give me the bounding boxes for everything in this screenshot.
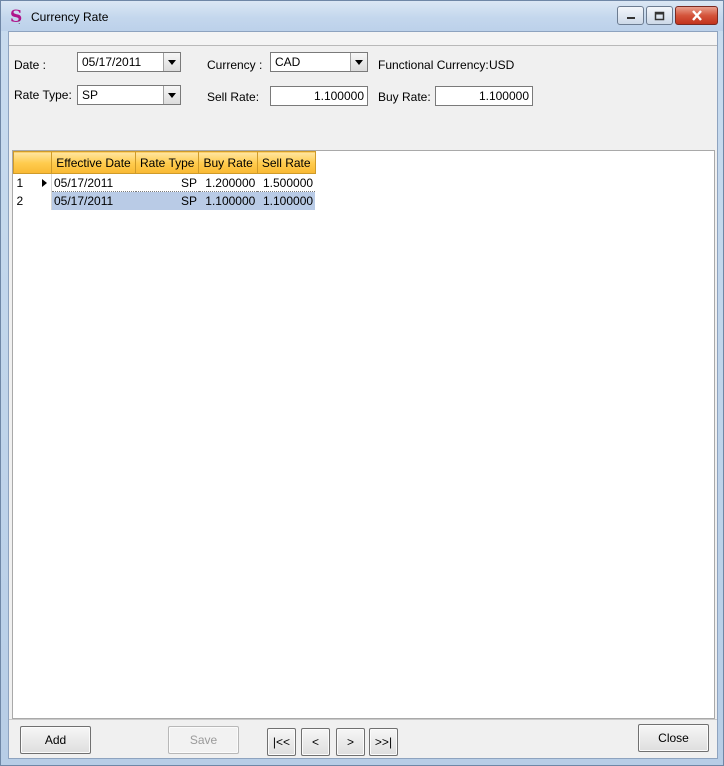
close-window-button[interactable] (675, 6, 718, 25)
rate-type-label: Rate Type: (14, 88, 72, 102)
chevron-down-icon[interactable] (350, 53, 367, 71)
rate-type-select[interactable]: SP (77, 85, 181, 105)
buy-rate-input[interactable]: 1.100000 (435, 86, 533, 106)
current-row-arrow-icon (41, 179, 47, 187)
date-picker[interactable]: 05/17/2011 (77, 52, 181, 72)
currency-rate-window: S : Currency Rate Date : 05/17/2011 Curr… (0, 0, 724, 766)
cell-effective-date[interactable]: 05/17/2011 (51, 173, 136, 192)
svg-text::: : (18, 18, 20, 25)
cell-sell-rate[interactable]: 1.500000 (257, 173, 316, 192)
table-row[interactable]: 1 05/17/2011 SP 1.200000 1.500000 (13, 173, 316, 192)
rates-grid[interactable]: Effective Date Rate Type Buy Rate Sell R… (12, 150, 715, 719)
close-icon (691, 10, 702, 21)
first-record-button[interactable]: |<< (267, 728, 296, 756)
currency-select[interactable]: CAD (270, 52, 368, 72)
window-title: Currency Rate (31, 10, 109, 24)
column-header-rate-type[interactable]: Rate Type (134, 151, 200, 174)
previous-record-button[interactable]: < (301, 728, 330, 756)
cell-rate-type[interactable]: SP (135, 191, 199, 210)
footer-divider (9, 719, 717, 720)
row-header[interactable]: 1 (13, 173, 52, 192)
chevron-down-icon[interactable] (163, 53, 180, 71)
close-button[interactable]: Close (638, 724, 709, 752)
currency-label: Currency : (207, 58, 263, 72)
minimize-button[interactable] (617, 6, 644, 25)
next-record-button[interactable]: > (336, 728, 365, 756)
rate-type-value: SP (82, 88, 99, 102)
chevron-down-icon[interactable] (163, 86, 180, 104)
functional-currency-value: USD (489, 58, 515, 72)
rates-table: Effective Date Rate Type Buy Rate Sell R… (13, 151, 316, 210)
menu-strip (9, 32, 717, 46)
row-header[interactable]: 2 (13, 191, 52, 210)
functional-currency-label: Functional Currency: (378, 58, 489, 72)
maximize-icon (654, 11, 665, 20)
currency-value: CAD (275, 55, 301, 69)
column-header-effective-date[interactable]: Effective Date (51, 151, 136, 174)
last-record-button[interactable]: >>| (369, 728, 398, 756)
svg-text:S: S (10, 7, 22, 25)
maximize-button[interactable] (646, 6, 673, 25)
cell-buy-rate[interactable]: 1.100000 (198, 191, 258, 210)
title-bar[interactable]: S : Currency Rate (1, 1, 723, 31)
grid-corner-header[interactable] (13, 151, 52, 174)
app-logo-icon: S : (10, 7, 22, 25)
row-number: 1 (16, 175, 24, 190)
date-label: Date : (14, 58, 47, 72)
save-button[interactable]: Save (168, 726, 239, 754)
cell-buy-rate[interactable]: 1.200000 (198, 173, 258, 192)
table-row[interactable]: 2 05/17/2011 SP 1.100000 1.100000 (13, 191, 316, 210)
cell-rate-type[interactable]: SP (135, 173, 199, 192)
row-number: 2 (16, 193, 24, 208)
sell-rate-input[interactable]: 1.100000 (270, 86, 368, 106)
column-header-sell-rate[interactable]: Sell Rate (256, 151, 316, 174)
client-area: Date : 05/17/2011 Currency : CAD Functio… (8, 31, 718, 759)
cell-effective-date[interactable]: 05/17/2011 (51, 191, 136, 210)
date-value: 05/17/2011 (82, 55, 142, 69)
sell-rate-label: Sell Rate: (207, 90, 260, 104)
buy-rate-label: Buy Rate: (378, 90, 431, 104)
add-button[interactable]: Add (20, 726, 91, 754)
column-header-buy-rate[interactable]: Buy Rate (198, 151, 258, 174)
cell-sell-rate[interactable]: 1.100000 (257, 191, 316, 210)
minimize-icon (626, 16, 635, 19)
